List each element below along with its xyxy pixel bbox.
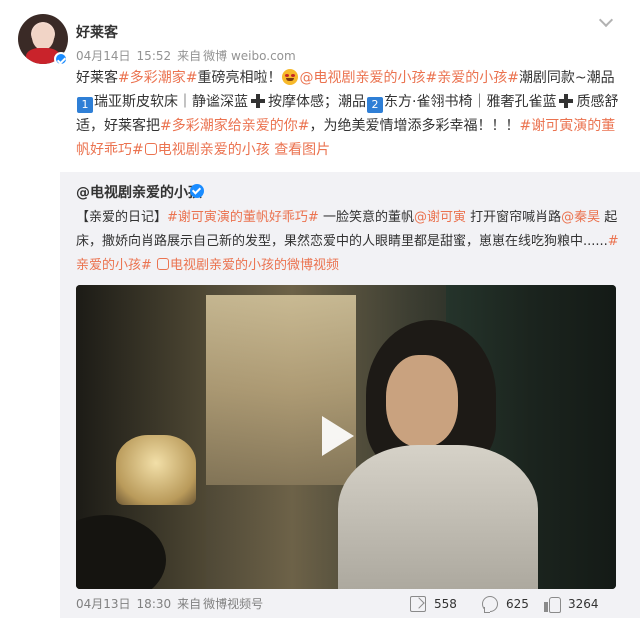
hashtag-link[interactable]: #多彩潮家给亲爱的你# [160,118,309,134]
number-two-badge-icon: 2 [367,97,383,113]
post-text-part: ，为绝美爱情增添多彩幸福！！！ [309,118,520,134]
repost-verified-icon [190,184,204,198]
repost-meta: 04月13日 18:30 来自 微博视频号 [76,595,269,612]
forward-icon [410,596,426,612]
post-text: 好莱客#多彩潮家#重磅亮相啦！ @电视剧亲爱的小孩#亲爱的小孩#潮剧同款~潮品 1 瑞… [76,66,624,162]
username[interactable]: 好莱客 [76,22,118,42]
weibo-post-card: 好莱客 04月14日 15:52 来自 微博 weibo.com 好莱客#多彩潮家#重… [0,0,640,618]
forward-button[interactable]: 558 [410,596,457,612]
like-icon [544,596,561,613]
hashtag-link[interactable]: #多彩潮家# [118,70,197,86]
verified-badge-icon [54,52,68,66]
like-count: 3264 [568,597,599,611]
video-link-icon [157,258,170,270]
mention-link[interactable]: @秦昊 [561,210,600,225]
post-text-part: 潮剧同款~潮品 [518,70,615,86]
super-topic-link[interactable]: 电视剧亲爱的小孩 [158,142,270,158]
plus-emoji-icon [558,93,574,109]
post-source[interactable]: 微博 weibo.com [203,49,296,63]
post-date[interactable]: 04月14日 [76,49,131,63]
video-person-face [386,355,458,447]
chevron-down-icon[interactable] [598,14,614,30]
mention-link[interactable]: @电视剧亲爱的小孩 [299,70,425,86]
repost-text-part: 打开窗帘喊肖路 [465,210,562,225]
video-lamp [116,435,196,505]
forward-count: 558 [434,597,457,611]
repost-source-prefix: 来自 [177,597,202,611]
comment-button[interactable]: 625 [482,596,529,613]
post-text-part: 按摩体感；潮品 [268,94,366,110]
hashtag-link[interactable]: #谢可寅演的董帆好乖巧# [167,210,319,225]
repost-text: 【亲爱的日记】#谢可寅演的董帆好乖巧# 一脸笑意的董帆@谢可寅 打开窗帘喊肖路@… [76,206,624,278]
post-text-part: 瑞亚斯皮软床｜静谧深蓝 [94,94,248,110]
avatar-face [32,24,54,50]
comment-count: 625 [506,597,529,611]
repost-author[interactable]: @电视剧亲爱的小孩 [76,182,202,202]
post-text-part: 东方·雀翎书椅｜雅奢孔雀蓝 [384,94,557,110]
repost-text-part: 【亲爱的日记】 [76,210,168,225]
mention-link[interactable]: @谢可寅 [414,210,466,225]
view-images-link[interactable]: 查看图片 [274,142,330,158]
comment-icon [482,596,498,613]
repost-source[interactable]: 微博视频号 [203,597,263,611]
post-time[interactable]: 15:52 [137,49,172,63]
play-icon[interactable] [314,412,360,462]
post-text-part: 重磅亮相啦！ [197,70,282,86]
repost-text-part: 一脸笑意的董帆 [318,210,414,225]
post-text-part: 好莱客 [76,70,118,86]
reposted-content: @电视剧亲爱的小孩 【亲爱的日记】#谢可寅演的董帆好乖巧# 一脸笑意的董帆@谢可… [60,172,640,618]
post-meta: 04月14日 15:52 来自 微博 weibo.com [76,47,302,64]
repost-date[interactable]: 04月13日 [76,597,131,611]
video-person-body [338,445,538,589]
plus-emoji-icon [250,93,266,109]
post-source-prefix: 来自 [177,49,202,63]
star-eyes-emoji-icon [282,69,299,85]
like-button[interactable]: 3264 [544,596,599,613]
hashtag-link[interactable]: #亲爱的小孩# [425,70,518,86]
video-link[interactable]: 电视剧亲爱的小孩的微博视频 [170,258,339,273]
super-topic-icon [144,143,157,155]
repost-time[interactable]: 18:30 [137,597,172,611]
number-one-badge-icon: 1 [77,97,93,113]
video-player[interactable] [76,285,616,589]
